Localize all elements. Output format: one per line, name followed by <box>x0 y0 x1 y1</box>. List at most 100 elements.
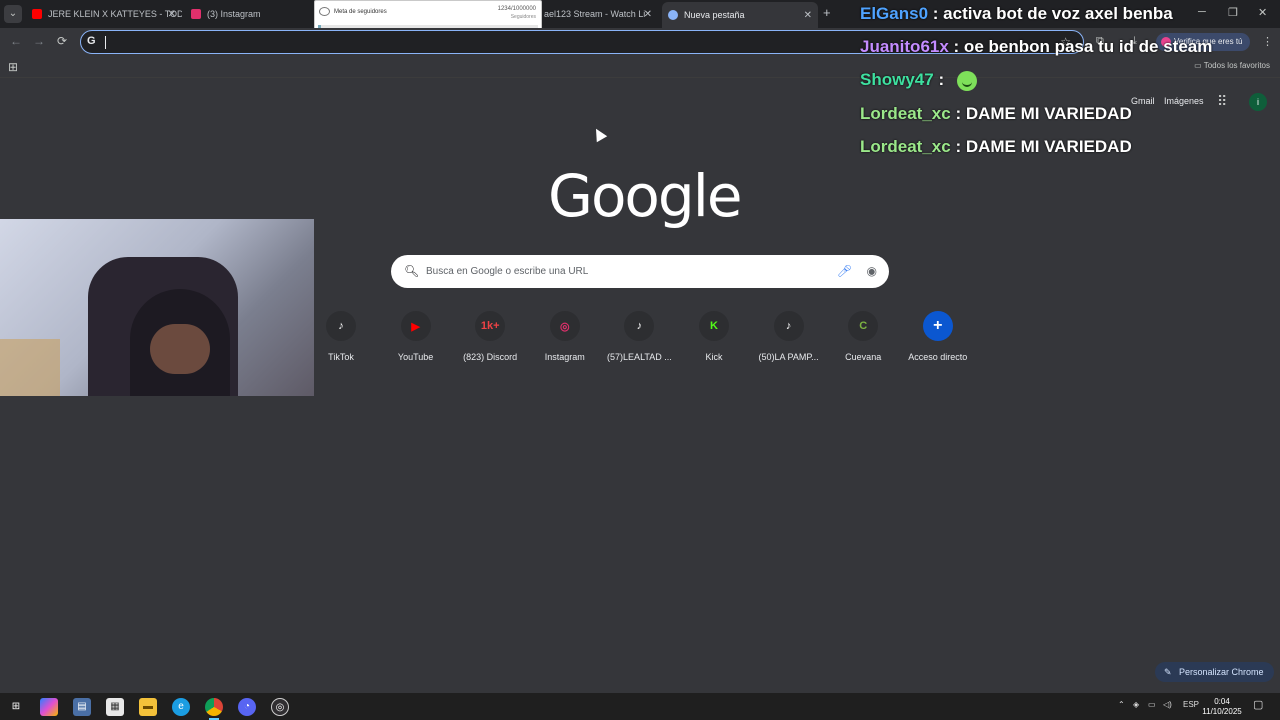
pencil-icon: ✎ <box>1164 667 1172 677</box>
reload-button[interactable]: ⟳ <box>57 34 67 48</box>
voice-search-icon[interactable]: 🎤︎ <box>837 264 852 278</box>
shortcut-label: Cuevana <box>845 352 882 362</box>
images-link[interactable]: Imágenes <box>1164 96 1204 106</box>
smiley-emoji-icon <box>956 70 977 91</box>
shortcut-favicon-icon: + <box>922 311 953 341</box>
minimize-icon[interactable]: ─ <box>1198 6 1206 18</box>
start-icon[interactable]: ⊞ <box>7 698 25 716</box>
shortcut-label: (823) Discord <box>463 352 518 362</box>
tray-expand-icon[interactable]: ⌃ <box>1118 700 1125 709</box>
lens-search-icon[interactable]: ◉ <box>867 264 877 278</box>
windows-taskbar: ⊞ ▤ ▦ ▬ e ◔ ◎ ⌃ ◈ ▭ ◁) ESP 0:04 11/10/20… <box>0 693 1280 720</box>
chrome-icon[interactable] <box>205 698 223 720</box>
chat-text: : activa bot de voz axel benba <box>932 4 1173 23</box>
shortcut-label: (57)LEALTAD ... <box>607 352 672 362</box>
webcam-feed <box>0 219 314 396</box>
tab-title: (3) Instagram <box>207 9 261 19</box>
chat-text: : DAME MI VARIEDAD <box>955 104 1132 123</box>
chat-text: : DAME MI VARIEDAD <box>955 137 1132 156</box>
tab-stream[interactable]: ael123 Stream - Watch Li ✕ <box>538 3 658 25</box>
text-caret <box>105 36 106 49</box>
tab-instagram[interactable]: (3) Instagram <box>185 3 315 25</box>
shortcut-tile[interactable]: + Acceso directo <box>901 311 975 362</box>
shortcut-label: Instagram <box>544 352 585 362</box>
shortcut-favicon-icon: C <box>848 311 879 341</box>
discord-icon[interactable]: ◔ <box>238 698 256 716</box>
shortcut-favicon-icon: 1k+ <box>475 311 506 341</box>
shortcut-tile[interactable]: 1k+ (823) Discord <box>453 311 527 362</box>
all-bookmarks-folder[interactable]: ▭ Todos los favoritos <box>1194 61 1270 70</box>
tab-search-chevron-icon[interactable]: ⌄ <box>4 5 22 23</box>
tab-title: JERE KLEIN X KATTEYES - TODO <box>48 9 182 19</box>
obs-icon[interactable]: ◎ <box>271 698 289 716</box>
file-app-icon[interactable]: ▤ <box>73 698 91 716</box>
customize-label: Personalizar Chrome <box>1179 667 1264 677</box>
shortcut-tile[interactable]: K Kick <box>677 311 751 362</box>
mouse-cursor-icon <box>590 125 608 143</box>
restore-icon[interactable]: ❐ <box>1228 6 1238 19</box>
tab-title: ael123 Stream - Watch Li <box>544 9 646 19</box>
shortcut-favicon-icon: ▶ <box>400 311 431 341</box>
chat-username: Juanito61x <box>860 37 949 56</box>
chat-username: Showy47 <box>860 70 934 89</box>
back-button[interactable]: ← <box>10 34 22 48</box>
shortcut-tile[interactable]: ◎ Instagram <box>528 311 602 362</box>
shortcut-label: Kick <box>705 352 723 362</box>
forward-button[interactable]: → <box>33 34 45 48</box>
clock-time: 0:04 <box>1214 697 1230 706</box>
widget-title: Meta de seguidores <box>334 9 387 15</box>
shortcut-favicon-icon: ♪ <box>773 311 804 341</box>
tab-youtube[interactable]: JERE KLEIN X KATTEYES - TODO ✕ <box>26 3 182 25</box>
chat-message: Lordeat_xc : DAME MI VARIEDAD <box>860 104 1132 124</box>
all-bookmarks-label: Todos los favoritos <box>1203 61 1270 70</box>
shortcut-tile[interactable]: C Cuevana <box>826 311 900 362</box>
apps-grid-icon[interactable]: ⊞ <box>8 60 18 74</box>
edge-icon[interactable]: e <box>172 698 190 716</box>
widget-count: 1234/1000000 <box>497 6 536 12</box>
shortcut-favicon-icon: ♪ <box>624 311 655 341</box>
network-icon[interactable]: ▭ <box>1148 700 1156 709</box>
tab-new-tab[interactable]: Nueva pestaña ✕ <box>662 2 818 28</box>
youtube-favicon-icon <box>32 9 42 19</box>
shortcut-label: YouTube <box>397 352 434 362</box>
volume-icon[interactable]: ◁) <box>1163 700 1172 709</box>
shortcut-favicon-icon: K <box>699 311 729 341</box>
chat-text: : <box>938 70 945 89</box>
explorer-icon[interactable]: ▬ <box>139 698 157 716</box>
close-window-icon[interactable]: ✕ <box>1258 6 1267 19</box>
chat-username: Lordeat_xc <box>860 137 951 156</box>
avatar[interactable]: i <box>1249 93 1267 111</box>
shortcut-tile[interactable]: ♪ (50)LA PAMP... <box>752 311 826 362</box>
gamepad-icon[interactable]: ◈ <box>1133 700 1139 709</box>
search-placeholder: Busca en Google o escribe una URL <box>426 266 589 277</box>
shortcut-tile[interactable]: ▶ YouTube <box>379 311 453 362</box>
chrome-menu-icon[interactable]: ⋮ <box>1262 35 1273 48</box>
shortcut-favicon-icon: ♪ <box>326 311 356 341</box>
webcam-background <box>0 339 60 396</box>
google-apps-icon[interactable]: ⠿ <box>1217 93 1227 110</box>
google-logo: Google <box>548 162 743 230</box>
close-icon[interactable]: ✕ <box>168 9 176 20</box>
bookmarks-bar: ⊞ ▭ Todos los favoritos <box>0 56 1280 78</box>
system-clock[interactable]: 0:04 11/10/2025 <box>1198 697 1246 717</box>
widget-subtitle: Seguidores <box>510 14 536 20</box>
ntp-search-box[interactable]: 🔍︎ Busca en Google o escribe una URL 🎤︎ … <box>391 255 889 288</box>
webcam-face <box>150 324 210 374</box>
chat-message: Showy47 : <box>860 70 977 91</box>
close-icon[interactable]: ✕ <box>644 9 652 20</box>
language-indicator[interactable]: ESP <box>1183 700 1199 709</box>
notifications-icon[interactable]: ▢ <box>1253 698 1263 711</box>
new-tab-button[interactable]: + <box>823 5 831 20</box>
customize-chrome-button[interactable]: ✎ Personalizar Chrome <box>1155 662 1274 682</box>
google-g-icon: G <box>87 35 96 47</box>
shortcut-label: Acceso directo <box>908 352 968 362</box>
close-icon[interactable]: ✕ <box>804 10 812 21</box>
copilot-icon[interactable] <box>40 698 58 716</box>
store-icon[interactable]: ▦ <box>106 698 124 716</box>
shortcut-tile[interactable]: ♪ (57)LEALTAD ... <box>602 311 676 362</box>
chat-message: ElGans0 : activa bot de voz axel benba <box>860 4 1173 24</box>
cloud-icon <box>319 7 330 16</box>
search-icon: 🔍︎ <box>404 264 420 278</box>
shortcut-tile[interactable]: ♪ TikTok <box>304 311 378 362</box>
gmail-link[interactable]: Gmail <box>1131 96 1155 106</box>
